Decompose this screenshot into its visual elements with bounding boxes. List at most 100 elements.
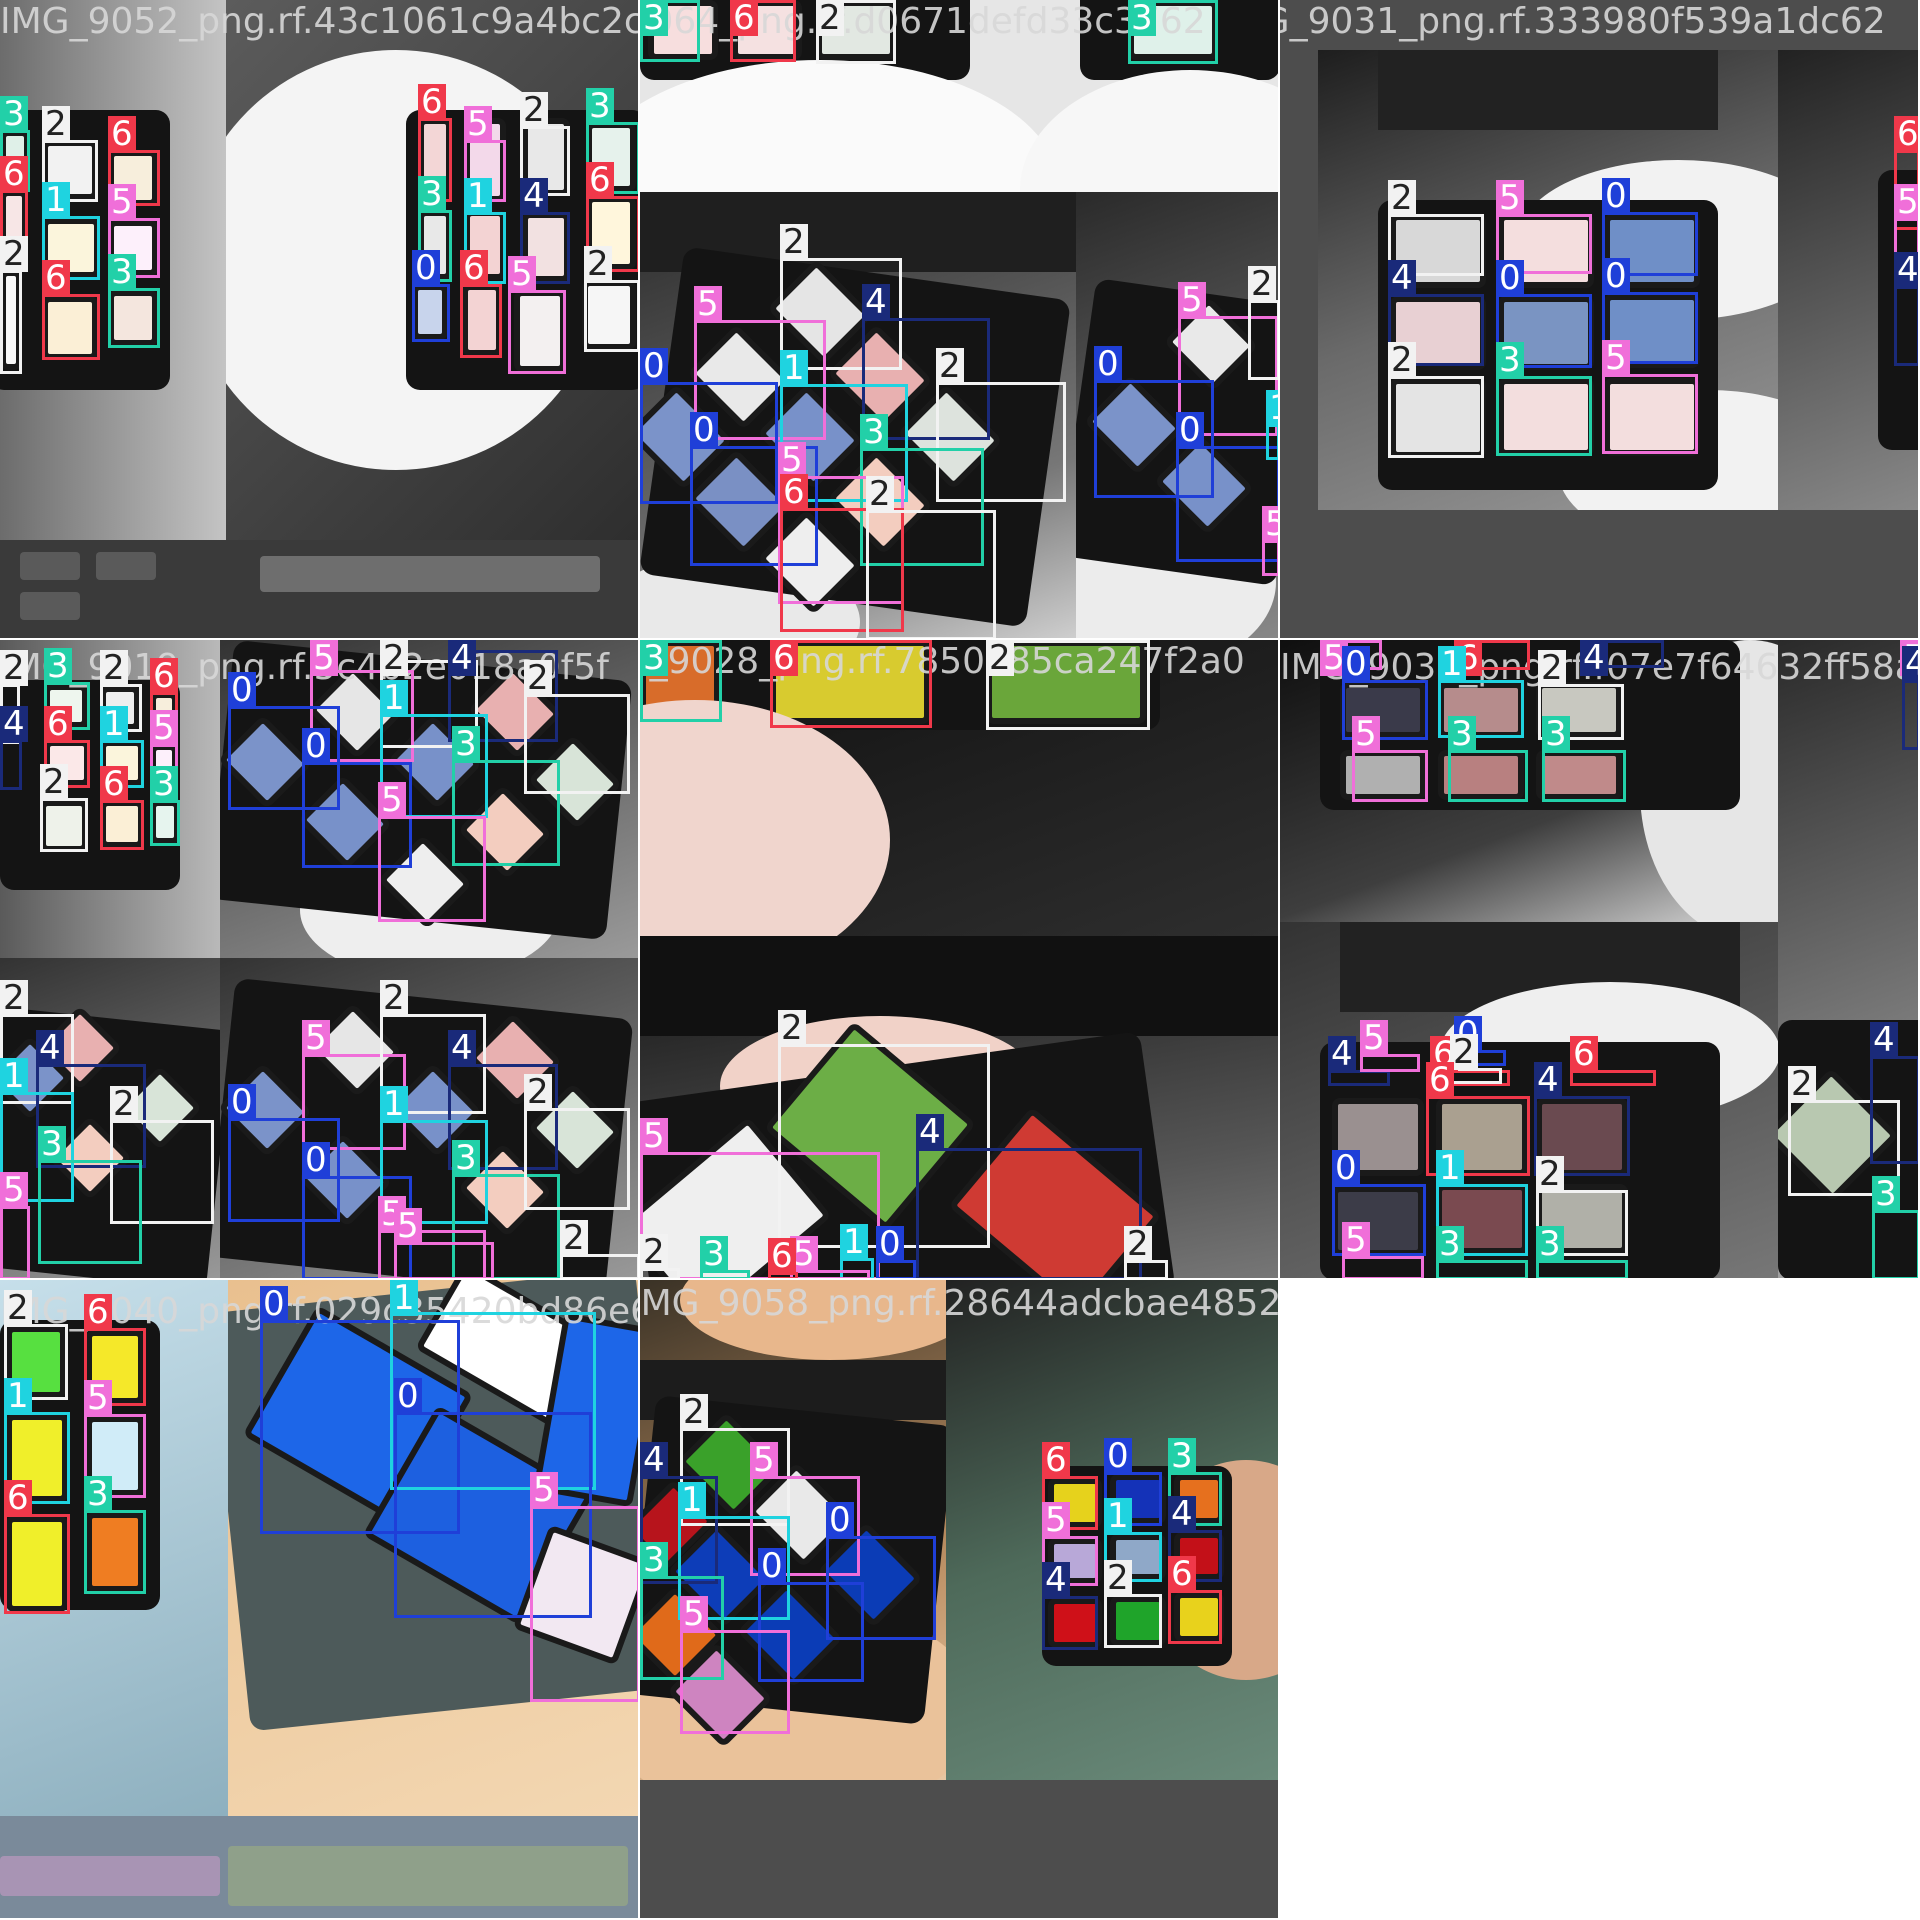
mosaic-tile-4: IMG_9019_png.rf.5c4b2e018a0f5f 2 3 2 6 4… (0, 640, 640, 1280)
class-label: 4 (1902, 646, 1918, 682)
bbox (524, 694, 630, 794)
class-label: 5 (1342, 1222, 1370, 1258)
class-label: 4 (1580, 640, 1608, 676)
bbox (84, 1510, 146, 1594)
class-label: 2 (0, 650, 28, 686)
class-label: 0 (1094, 346, 1122, 382)
class-label: 2 (778, 1010, 806, 1046)
class-label: 4 (1388, 260, 1416, 296)
image-filename: IMG_9058_png.rf.28644adcbae4852a421f94da (640, 1283, 1280, 1324)
class-label: 5 (150, 710, 178, 746)
bbox (1902, 680, 1918, 750)
class-label: 2 (1388, 342, 1416, 378)
class-label: 4 (520, 178, 548, 214)
keyboard (0, 540, 638, 638)
class-label: 0 (1332, 1150, 1360, 1186)
class-label: 1 (840, 1224, 868, 1260)
class-label: 2 (640, 1234, 668, 1270)
class-label: 4 (862, 284, 890, 320)
class-label: 2 (816, 0, 844, 36)
bbox (1262, 540, 1278, 576)
class-label: 3 (1496, 342, 1524, 378)
class-label: 2 (1388, 180, 1416, 216)
class-label: 3 (84, 1476, 112, 1512)
bbox (866, 510, 996, 638)
class-label: 4 (448, 1030, 476, 1066)
class-label: 6 (730, 0, 758, 36)
class-label: 2 (520, 92, 548, 128)
class-label: 6 (1570, 1036, 1598, 1072)
class-label: 6 (0, 156, 28, 192)
key (20, 552, 80, 580)
class-label: 3 (452, 1140, 480, 1176)
class-label: 2 (1450, 1034, 1478, 1070)
class-label: 3 (1872, 1176, 1900, 1212)
class-label: 6 (44, 706, 72, 742)
class-label: 3 (1128, 0, 1156, 36)
class-label: 3 (418, 176, 446, 212)
class-label: 1 (678, 1482, 706, 1518)
class-label: 2 (100, 650, 128, 686)
class-label: 4 (0, 706, 28, 742)
class-label: 6 (770, 640, 798, 676)
class-label: 1 (780, 350, 808, 386)
class-label: 4 (916, 1114, 944, 1150)
class-label: 0 (412, 250, 440, 286)
class-label: 6 (768, 1238, 796, 1274)
class-label: 6 (84, 1294, 112, 1330)
bbox (508, 290, 566, 374)
class-label: 0 (302, 728, 330, 764)
class-label: 1 (0, 1058, 28, 1094)
bbox (680, 1630, 790, 1734)
class-label: 5 (464, 106, 492, 142)
class-label: 5 (508, 256, 536, 292)
bbox (1388, 376, 1484, 458)
bbox (42, 294, 100, 360)
class-label: 2 (780, 224, 808, 260)
class-label: 5 (1178, 282, 1206, 318)
class-label: 5 (302, 1020, 330, 1056)
class-label: 5 (84, 1380, 112, 1416)
class-label: 2 (524, 660, 552, 696)
key (0, 1856, 220, 1896)
class-label: 5 (394, 1208, 422, 1244)
class-label: 0 (640, 348, 668, 384)
class-label: 1 (42, 182, 70, 218)
class-label: 3 (150, 766, 178, 802)
class-label: 3 (1448, 716, 1476, 752)
class-label: 5 (1352, 716, 1380, 752)
class-label: 2 (0, 236, 28, 272)
class-label: 3 (1542, 716, 1570, 752)
class-label: 0 (1602, 258, 1630, 294)
class-label: 3 (1536, 1226, 1564, 1262)
bbox (1104, 1594, 1162, 1648)
class-label: 3 (1168, 1438, 1196, 1474)
class-label: 2 (936, 348, 964, 384)
class-label: 1 (380, 680, 408, 716)
key (260, 556, 600, 592)
empty-mosaic-cell (1280, 1280, 1920, 1920)
mosaic-tile-6: IMG_9037_png.rf.f07e7f64632ff58a 5645012… (1280, 640, 1920, 1280)
bbox (1168, 1590, 1222, 1644)
class-label: 6 (108, 116, 136, 152)
class-label: 4 (36, 1030, 64, 1066)
class-label: 3 (38, 1126, 66, 1162)
image-filename: IMG_9064_png.rf.d0671defd33c3762 (640, 1, 1206, 42)
bbox (460, 284, 502, 358)
class-label: 0 (1496, 260, 1524, 296)
class-label: 6 (42, 260, 70, 296)
class-label: 2 (380, 980, 408, 1016)
bbox (0, 270, 22, 374)
keyboard (640, 936, 1278, 1036)
class-label: 6 (460, 250, 488, 286)
bbox (1894, 286, 1918, 366)
class-label: 2 (986, 640, 1014, 676)
image-filename: IMG_9028_png.rf.7850b85ca247f2a0 (640, 641, 1245, 682)
bbox (0, 1206, 30, 1278)
class-label: 0 (228, 1084, 256, 1120)
class-label: 6 (1426, 1062, 1454, 1098)
class-label: 3 (700, 1236, 728, 1272)
class-label: 6 (100, 766, 128, 802)
class-label: 5 (310, 640, 338, 676)
class-label: 0 (826, 1502, 854, 1538)
